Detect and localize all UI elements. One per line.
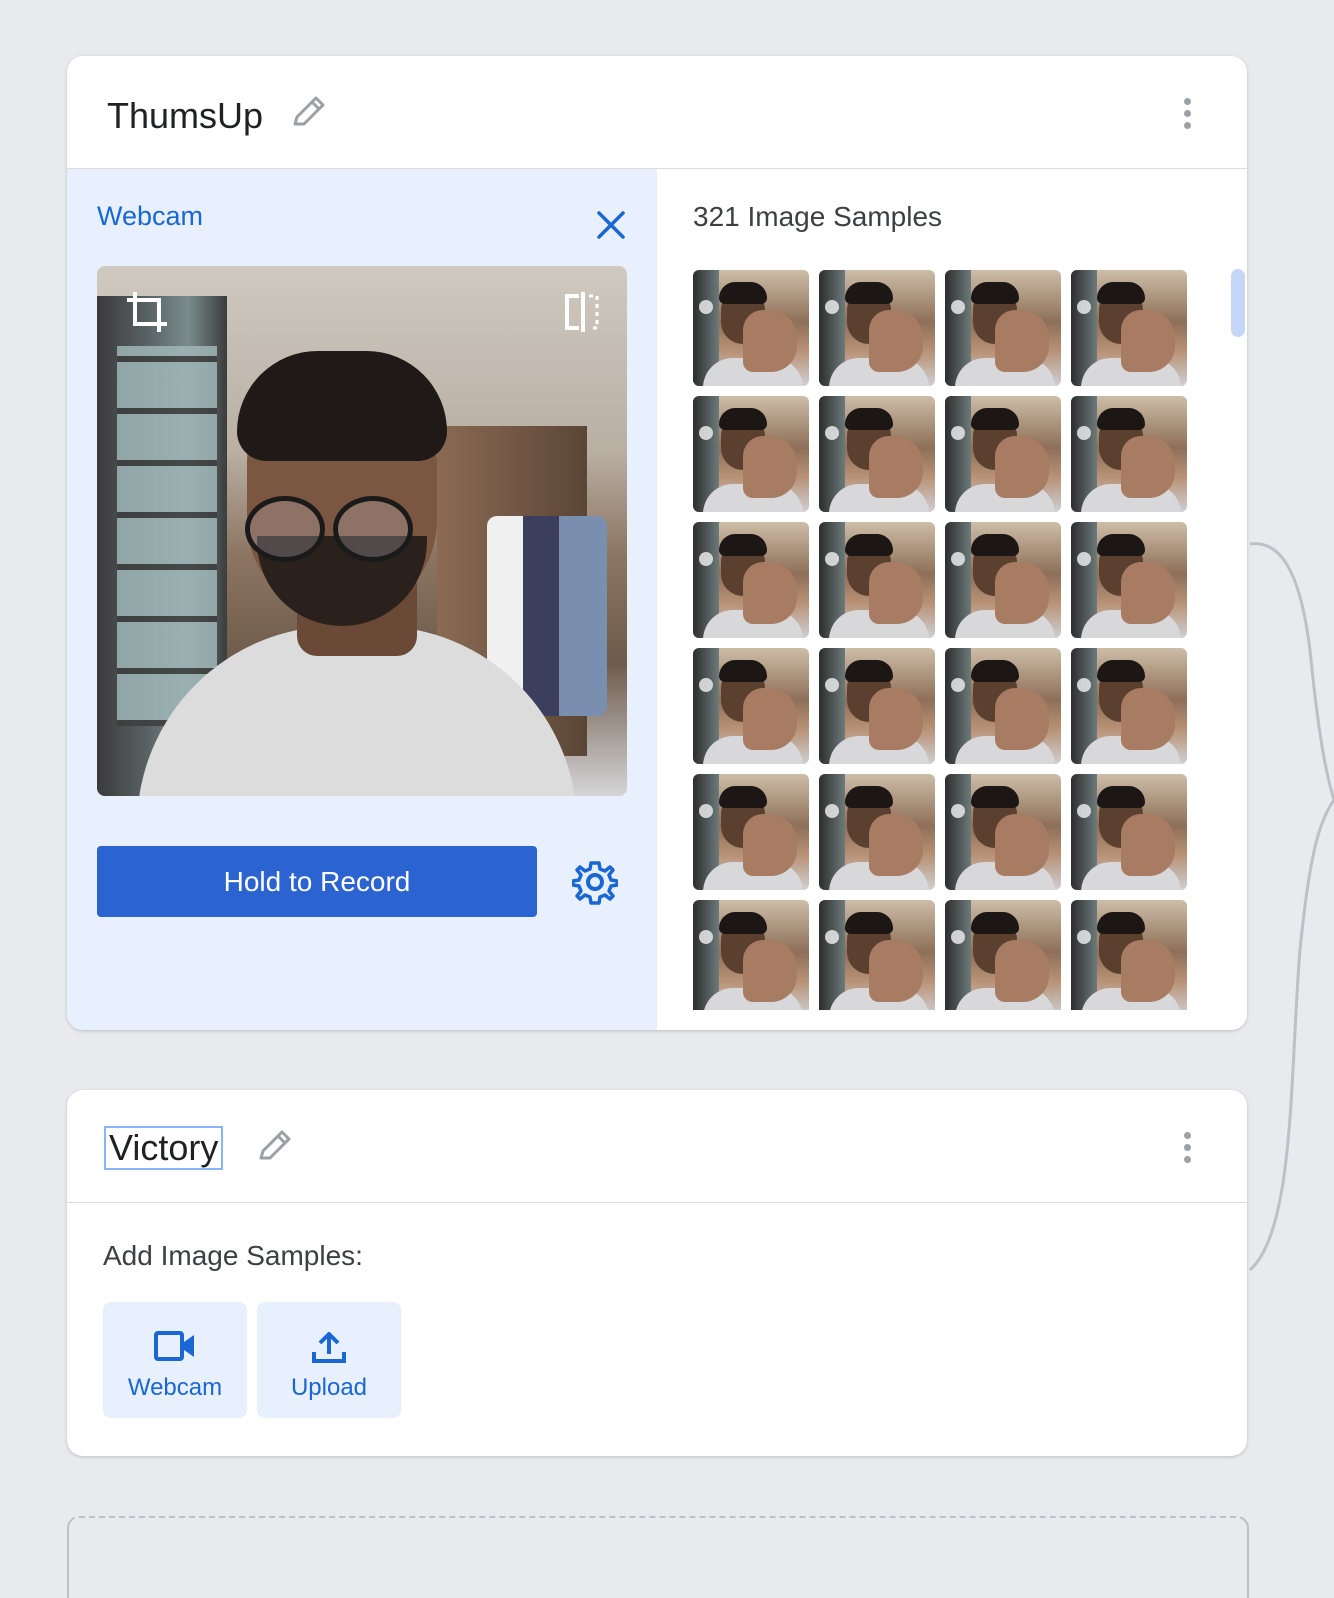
- thumbnail-row: [693, 648, 1193, 764]
- sample-thumbnail[interactable]: [693, 648, 809, 764]
- sample-thumbnail-grid: [693, 270, 1193, 1010]
- add-samples-label: Add Image Samples:: [103, 1240, 363, 1271]
- sample-thumbnail[interactable]: [693, 900, 809, 1010]
- upload-icon: [312, 1332, 346, 1363]
- samples-panel: 321 Image Samples: [657, 169, 1247, 1030]
- class-card-header: Victory: [67, 1090, 1247, 1203]
- sample-thumbnail[interactable]: [1071, 648, 1187, 764]
- sample-thumbnail[interactable]: [819, 900, 935, 1010]
- sample-thumbnail[interactable]: [819, 648, 935, 764]
- upload-source-button[interactable]: Upload: [257, 1302, 401, 1418]
- sample-thumbnail[interactable]: [693, 396, 809, 512]
- webcam-panel: Webcam Hold to Record: [67, 169, 657, 1030]
- samples-scrollbar[interactable]: [1231, 269, 1245, 337]
- settings-icon[interactable]: [572, 859, 618, 905]
- hold-to-record-button[interactable]: Hold to Record: [97, 846, 537, 917]
- sample-thumbnail[interactable]: [945, 522, 1061, 638]
- sample-thumbnail[interactable]: [693, 522, 809, 638]
- thumbnail-row: [693, 900, 1193, 1010]
- sample-thumbnail[interactable]: [819, 522, 935, 638]
- sample-thumbnail[interactable]: [819, 774, 935, 890]
- thumbnail-row: [693, 774, 1193, 890]
- sample-thumbnail[interactable]: [945, 900, 1061, 1010]
- sample-count: 321 Image Samples: [693, 201, 943, 232]
- sample-thumbnail[interactable]: [1071, 522, 1187, 638]
- more-vert-icon[interactable]: [1171, 98, 1203, 134]
- webcam-source-label: Webcam: [127, 1374, 223, 1401]
- sample-thumbnail[interactable]: [819, 270, 935, 386]
- model-connector-line: [1249, 542, 1334, 1272]
- add-class-placeholder[interactable]: [67, 1516, 1249, 1598]
- class-card-victory: Victory Add Image Samples: Webcam Upload: [67, 1090, 1247, 1456]
- videocam-icon: [154, 1331, 194, 1361]
- upload-source-label: Upload: [290, 1374, 368, 1401]
- webcam-preview: [97, 266, 627, 796]
- class-card-header: ThumsUp: [67, 56, 1247, 169]
- thumbnail-row: [693, 270, 1193, 386]
- more-vert-icon[interactable]: [1171, 1132, 1203, 1168]
- edit-icon[interactable]: [255, 1126, 295, 1166]
- thumbnail-row: [693, 522, 1193, 638]
- sample-thumbnail[interactable]: [945, 396, 1061, 512]
- class-name[interactable]: ThumsUp: [107, 94, 263, 138]
- sample-thumbnail[interactable]: [1071, 270, 1187, 386]
- sample-thumbnail[interactable]: [945, 648, 1061, 764]
- sample-thumbnail[interactable]: [1071, 774, 1187, 890]
- sample-thumbnail[interactable]: [1071, 900, 1187, 1010]
- sample-thumbnail[interactable]: [945, 774, 1061, 890]
- sample-thumbnail[interactable]: [693, 270, 809, 386]
- close-icon[interactable]: [591, 205, 631, 245]
- webcam-panel-title: Webcam: [97, 201, 204, 231]
- sample-thumbnail[interactable]: [693, 774, 809, 890]
- sample-thumbnail[interactable]: [945, 270, 1061, 386]
- thumbnail-row: [693, 396, 1193, 512]
- sample-thumbnail[interactable]: [1071, 396, 1187, 512]
- class-card-thumsup: ThumsUp Webcam Hold to Record 321 Image …: [67, 56, 1247, 1030]
- webcam-source-button[interactable]: Webcam: [103, 1302, 247, 1418]
- edit-icon[interactable]: [289, 92, 329, 132]
- sample-thumbnail[interactable]: [819, 396, 935, 512]
- flip-icon[interactable]: [559, 288, 607, 336]
- crop-icon[interactable]: [123, 288, 171, 336]
- class-name-input[interactable]: Victory: [104, 1126, 224, 1170]
